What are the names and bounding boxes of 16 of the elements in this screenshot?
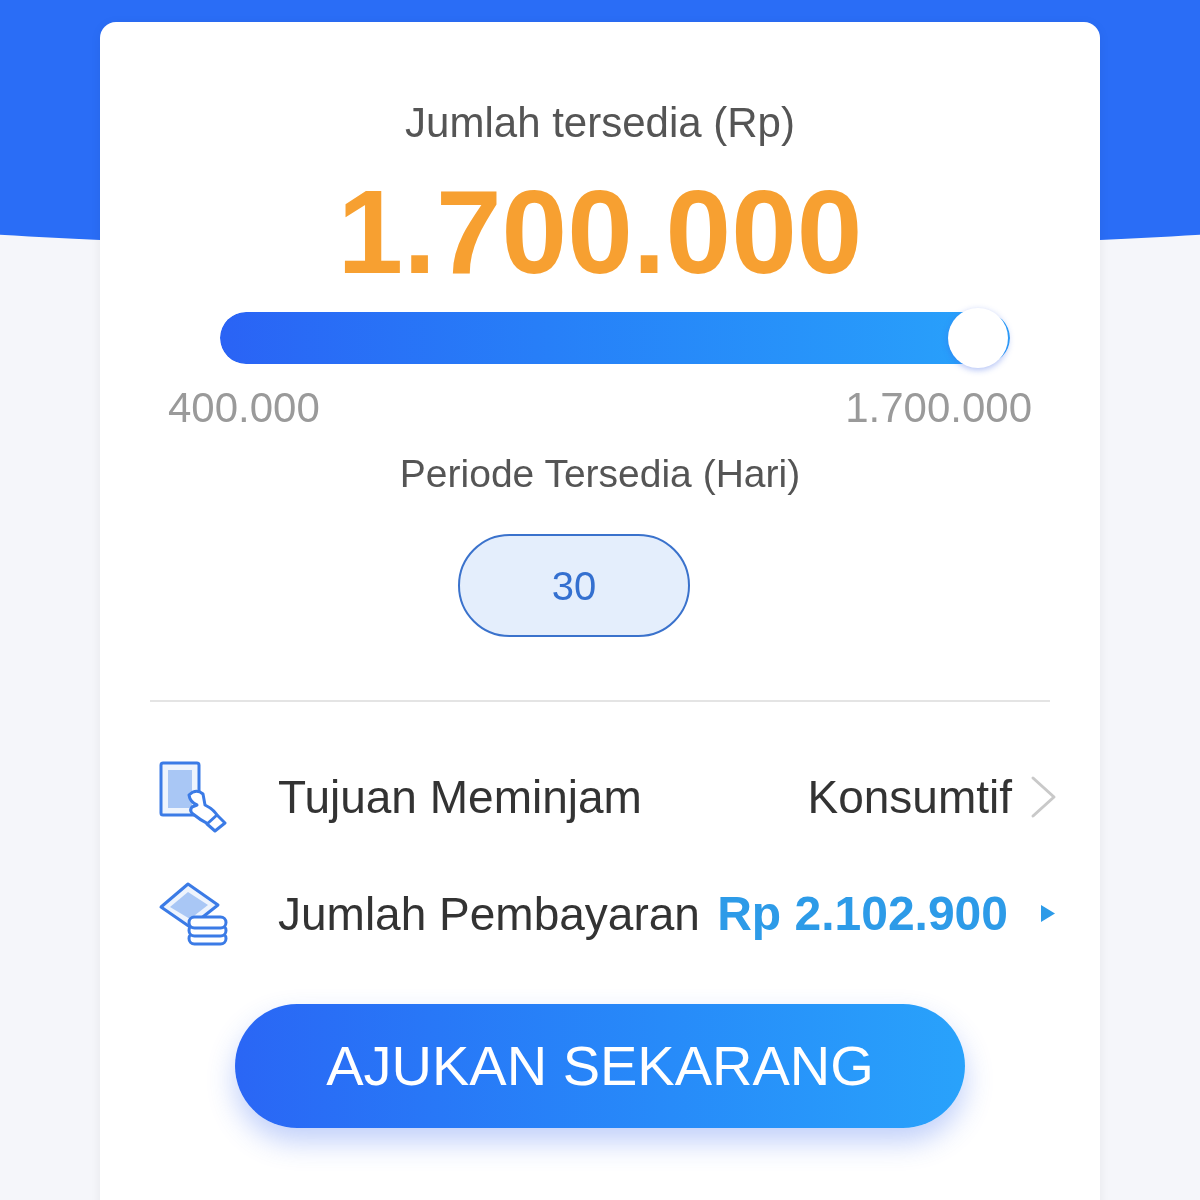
caret-right-icon[interactable]: [1041, 905, 1055, 922]
chevron-right-icon[interactable]: [1030, 774, 1057, 819]
slider-min-label: 400.000: [168, 384, 320, 432]
period-option[interactable]: 30: [458, 534, 690, 637]
period-label: Periode Tersedia (Hari): [399, 452, 801, 496]
hand-holding-card-icon: [159, 760, 227, 833]
amount-value: 1.700.000: [337, 172, 863, 292]
amount-label: Jumlah tersedia (Rp): [405, 99, 795, 147]
submit-button[interactable]: AJUKAN SEKARANG: [235, 1004, 965, 1128]
detail-value[interactable]: Konsumtif: [807, 768, 1012, 825]
detail-label: Tujuan Meminjam: [278, 769, 642, 825]
slider-thumb[interactable]: [948, 308, 1008, 368]
slider-max-label: 1.700.000: [845, 384, 1032, 432]
banknote-coins-icon: [158, 880, 228, 947]
detail-value[interactable]: Rp 2.102.900: [717, 885, 1008, 942]
detail-label: Jumlah Pembayaran: [278, 886, 700, 942]
